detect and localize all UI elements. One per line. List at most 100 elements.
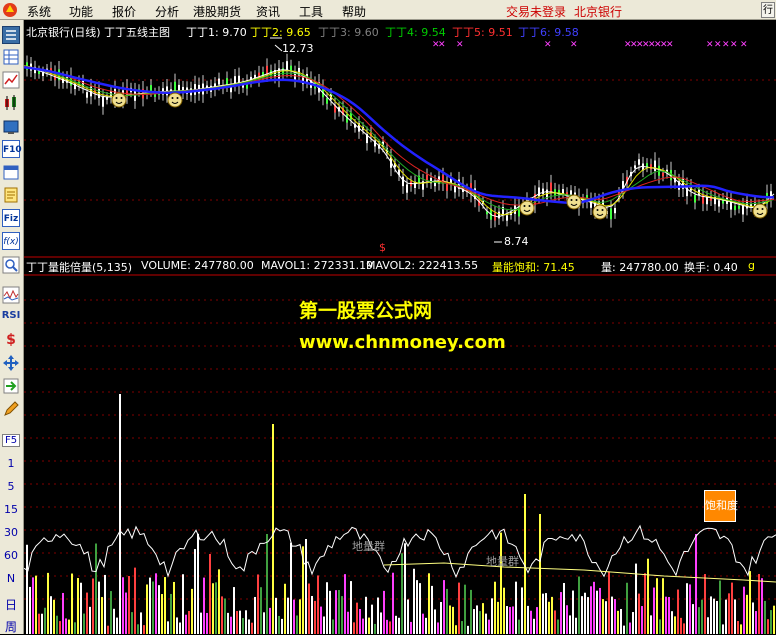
f5-button[interactable]: F5 <box>2 434 20 447</box>
volume-bar <box>767 619 769 634</box>
volume-bar <box>365 596 367 634</box>
candle-body <box>178 84 180 91</box>
smiley-icon <box>592 204 608 220</box>
candle-body <box>718 200 720 207</box>
volume-bar <box>380 612 382 634</box>
volume-bar <box>398 617 400 634</box>
volume-bar <box>359 609 361 634</box>
period-day-button[interactable]: 日 <box>0 596 22 613</box>
menu-tools[interactable]: 工具 <box>299 3 323 20</box>
volume-bar <box>536 607 538 634</box>
candle-body <box>286 61 288 70</box>
volume-bar <box>161 594 163 634</box>
candle-body <box>694 195 696 203</box>
notes-icon[interactable] <box>2 186 20 204</box>
volume-bar <box>689 584 691 634</box>
smiley-icon <box>566 194 582 210</box>
volume-bar <box>422 613 424 634</box>
candle-body <box>650 164 652 170</box>
candle-body <box>742 205 744 215</box>
volume-bar <box>482 603 484 634</box>
candle-body <box>706 197 708 205</box>
volume-bar <box>386 619 388 634</box>
chart-canvas[interactable]: ✕✕ ✕ ✕ ✕ ✕✕✕✕✕✕✕✕ ✕ ✕ ✕ ✕ ✕ <box>24 20 776 634</box>
dollar-marker: $ <box>379 241 386 254</box>
table-icon[interactable] <box>2 48 20 66</box>
volume-bar <box>434 609 436 634</box>
menu-news[interactable]: 资讯 <box>256 3 280 20</box>
export-icon[interactable] <box>2 377 20 395</box>
period-30min-button[interactable]: 30 <box>0 526 22 539</box>
volume-bar <box>692 604 694 634</box>
menu-quote[interactable]: 报价 <box>112 3 136 20</box>
volume-bar <box>392 572 394 634</box>
line-3-value: 丁丁3: 9.60 <box>318 26 379 39</box>
quote-window-button[interactable]: 行 <box>761 2 775 18</box>
volume-bar <box>188 610 190 634</box>
candle-body <box>562 189 564 194</box>
candle-body <box>506 215 508 221</box>
volume-bar <box>500 532 502 634</box>
volume-bar <box>644 573 646 634</box>
formula-icon[interactable]: f(x) <box>2 232 20 250</box>
calendar-icon[interactable] <box>2 163 20 181</box>
quote-list-icon[interactable] <box>2 26 20 44</box>
period-week-button[interactable]: 周 <box>0 618 22 635</box>
menu-analysis[interactable]: 分析 <box>155 3 179 20</box>
chart-area[interactable]: ✕ ✕ ✕ ✕ ✕ ✕ ✕ ✕ ✕ ✕ ✕ ✕ ✕ ✕ ✕ ✕ ✕ ✕ 北京银行(日线) 丁丁五线主图 丁丁1: … <box>24 20 776 634</box>
volume-bar <box>272 424 274 634</box>
line-chart-icon[interactable] <box>2 71 20 89</box>
period-15min-button[interactable]: 15 <box>0 503 22 516</box>
volume-bar <box>134 567 136 634</box>
period-60min-button[interactable]: 60 <box>0 549 22 562</box>
period-1min-button[interactable]: 1 <box>0 457 22 470</box>
volume-bar <box>671 611 673 634</box>
volume-bar <box>326 582 328 634</box>
volume-bar <box>446 588 448 634</box>
rsi-button[interactable]: RSI <box>0 310 22 321</box>
volume-bar <box>509 606 511 634</box>
pencil-icon[interactable] <box>2 400 20 418</box>
dollar-icon[interactable]: $ <box>2 331 20 349</box>
volume-bar <box>35 575 37 634</box>
indicator-name: 丁丁五线主图 <box>104 26 170 39</box>
menu-hk-futures[interactable]: 港股期货 <box>193 3 241 20</box>
volume-bar <box>710 596 712 634</box>
wave-indicator-icon[interactable] <box>2 286 20 304</box>
volume-bar <box>593 581 595 634</box>
volume-bar <box>227 612 229 634</box>
candle-body <box>654 160 656 172</box>
menu-help[interactable]: 帮助 <box>342 3 366 20</box>
menu-system[interactable]: 系统 <box>27 3 51 20</box>
volume-bar <box>611 596 613 634</box>
volume-bar <box>530 610 532 634</box>
volume-bar <box>335 590 337 634</box>
volume-bar <box>479 611 481 634</box>
volume-bar <box>743 586 745 634</box>
volume-bar <box>674 616 676 634</box>
volume-bar <box>515 581 517 634</box>
move-icon[interactable] <box>2 354 20 372</box>
fiz-icon[interactable]: Fiz <box>2 209 20 227</box>
volume-bar <box>137 624 139 634</box>
volume-bar <box>239 610 241 634</box>
period-n-button[interactable]: N <box>0 572 22 585</box>
f10-icon[interactable]: F10 <box>2 140 22 158</box>
smiley-eye <box>575 199 578 201</box>
volume-bar <box>236 611 238 634</box>
screen-icon[interactable] <box>2 118 20 136</box>
volume-bar <box>116 617 118 634</box>
candle-body <box>454 186 456 193</box>
volume-bar <box>41 613 43 634</box>
volume-bar <box>221 596 223 634</box>
period-5min-button[interactable]: 5 <box>0 480 22 493</box>
menu-function[interactable]: 功能 <box>69 3 93 20</box>
candlestick-icon[interactable] <box>2 94 20 112</box>
volume-bar <box>311 595 313 634</box>
volume-bar <box>485 613 487 634</box>
volume-bar <box>641 606 643 634</box>
watermark-title: 第一股票公式网 <box>299 300 433 322</box>
search-icon[interactable] <box>2 256 20 274</box>
trade-login-status[interactable]: 交易未登录 <box>506 3 566 20</box>
candle-body <box>174 81 176 92</box>
